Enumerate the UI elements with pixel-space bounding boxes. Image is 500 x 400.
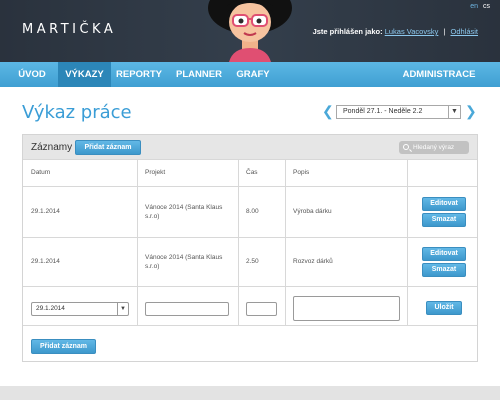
panel-title: Záznamy (31, 142, 73, 153)
new-project-input[interactable] (145, 302, 229, 316)
new-time-input[interactable] (246, 302, 277, 316)
add-record-button-bottom[interactable]: Přidat záznam (31, 339, 96, 354)
divider (23, 186, 477, 187)
nav-item-uvod[interactable]: ÚVOD (12, 62, 52, 87)
divider (285, 159, 286, 325)
search-input[interactable]: Hledaný výraz (399, 141, 469, 154)
row-2-project: Vánoce 2014 (Santa Klaus s.r.o) (145, 254, 223, 270)
save-button[interactable]: Uložit (426, 301, 462, 315)
divider (23, 286, 477, 287)
row-2-edit-button[interactable]: Editovat (422, 247, 466, 261)
row-2-date: 29.1.2014 (31, 258, 60, 265)
new-description-textarea[interactable] (293, 296, 400, 321)
column-header-description[interactable]: Popis (293, 169, 309, 176)
user-name-link[interactable]: Lukas Vacovsky (385, 27, 439, 36)
chevron-down-icon: ▼ (117, 303, 128, 315)
divider (407, 159, 408, 325)
row-1-description: Výroba dárku (293, 208, 332, 215)
row-1-date: 29.1.2014 (31, 208, 60, 215)
avatar (205, 0, 295, 62)
divider (23, 237, 477, 238)
row-1-time: 8.00 (246, 208, 259, 215)
row-2-description: Rozvoz dárků (293, 258, 333, 265)
panel-header: Záznamy Přidat záznam Hledaný výraz (23, 135, 477, 159)
column-header-date[interactable]: Datum (31, 169, 50, 176)
prev-week-arrow-icon[interactable]: ❮ (322, 103, 334, 120)
divider (238, 159, 239, 325)
new-date-value: 29.1.2014 (36, 305, 65, 312)
column-header-project[interactable]: Projekt (145, 169, 165, 176)
lang-cs[interactable]: cs (483, 3, 490, 10)
footer (0, 386, 500, 400)
week-select-value: Ponděl 27.1. - Neděle 2.2 (343, 108, 423, 115)
chevron-down-icon: ▼ (448, 106, 460, 118)
new-date-select[interactable]: 29.1.2014 ▼ (31, 302, 129, 316)
divider (23, 325, 477, 326)
search-icon (403, 144, 409, 150)
row-2-delete-button[interactable]: Smazat (422, 263, 466, 277)
separator: | (443, 27, 446, 36)
logout-link[interactable]: Odhlásit (450, 27, 478, 36)
user-info: Jste přihlášen jako: Lukas Vacovsky | Od… (313, 27, 478, 36)
nav-item-administrace[interactable]: ADMINISTRACE (398, 62, 480, 87)
search-placeholder: Hledaný výraz (413, 144, 455, 151)
page-title: Výkaz práce (22, 102, 132, 123)
logged-in-label: Jste přihlášen jako: (312, 27, 383, 36)
header: MARTIČKA en cs Jste přihlášen jako: Luka… (0, 0, 500, 62)
row-1-edit-button[interactable]: Editovat (422, 197, 466, 211)
divider (23, 159, 477, 160)
row-2-time: 2.50 (246, 258, 259, 265)
nav-item-grafy[interactable]: GRAFY (232, 62, 274, 87)
week-select[interactable]: Ponděl 27.1. - Neděle 2.2 ▼ (336, 105, 461, 119)
divider (137, 159, 138, 325)
language-switcher: en cs (467, 3, 490, 10)
row-1-delete-button[interactable]: Smazat (422, 213, 466, 227)
records-panel: Záznamy Přidat záznam Hledaný výraz Datu… (22, 134, 478, 362)
app-logo[interactable]: MARTIČKA (22, 22, 116, 37)
next-week-arrow-icon[interactable]: ❯ (465, 103, 477, 120)
row-1-project: Vánoce 2014 (Santa Klaus s.r.o) (145, 204, 223, 220)
nav-item-vykazy[interactable]: VÝKAZY (58, 62, 111, 87)
nav-item-planner[interactable]: PLANNER (170, 62, 228, 87)
nav-item-reporty[interactable]: REPORTY (113, 62, 165, 87)
lang-en[interactable]: en (470, 3, 478, 10)
column-header-time[interactable]: Čas (246, 169, 258, 176)
add-record-button[interactable]: Přidat záznam (75, 140, 141, 155)
main-nav: ÚVOD VÝKAZY REPORTY PLANNER GRAFY ADMINI… (0, 62, 500, 87)
